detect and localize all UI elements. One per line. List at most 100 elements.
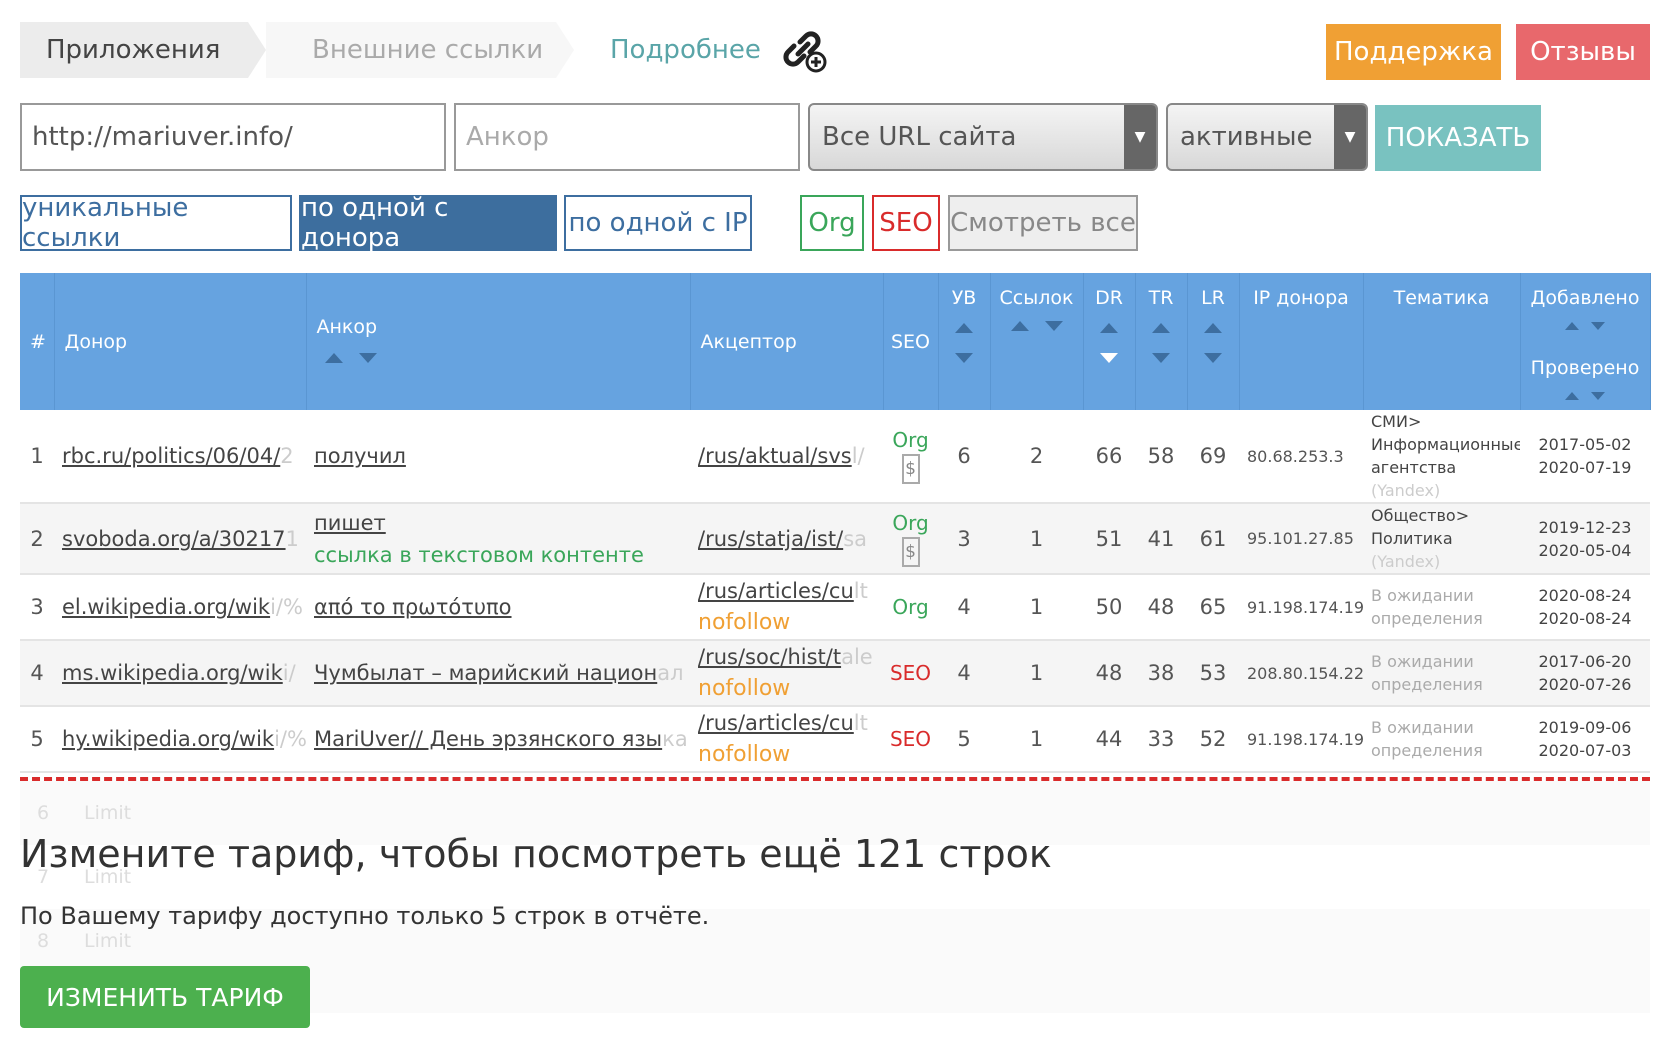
uv-value: 4 bbox=[938, 574, 990, 641]
acceptor-text: /rus/articles/cu bbox=[698, 711, 854, 735]
acceptor-fade: ale bbox=[841, 645, 873, 669]
sort-down-icon[interactable] bbox=[1204, 353, 1222, 363]
sort-up-icon[interactable] bbox=[1565, 392, 1579, 400]
col-donor-label: Донор bbox=[64, 330, 128, 353]
added-date: 2019-09-06 bbox=[1538, 718, 1632, 737]
url-scope-select[interactable]: Все URL сайта ▼ bbox=[808, 103, 1158, 171]
sort-down-icon[interactable] bbox=[1152, 353, 1170, 363]
sort-up-icon[interactable] bbox=[955, 323, 973, 333]
table-row: 2 svoboda.org/a/302171 пишет ссылка в тек… bbox=[20, 503, 1650, 575]
donor-link[interactable]: rbc.ru/politics/06/04/2 bbox=[54, 410, 306, 504]
donor-text: el.wikipedia.org/wik bbox=[62, 595, 271, 619]
acceptor-fade: sa bbox=[843, 526, 867, 551]
theme-line: В ожидании bbox=[1371, 586, 1474, 605]
link-add-icon[interactable] bbox=[780, 26, 828, 74]
links-value: 1 bbox=[990, 574, 1083, 641]
acceptor-fade: lt bbox=[853, 579, 868, 603]
change-tariff-button[interactable]: ИЗМЕНИТЬ ТАРИФ bbox=[20, 966, 310, 1028]
breadcrumb-external-label: Внешние ссылки bbox=[312, 35, 544, 65]
col-seo-label: SEO bbox=[890, 330, 931, 353]
uv-value: 4 bbox=[938, 640, 990, 707]
sort-up-icon[interactable] bbox=[1565, 322, 1579, 330]
filter-seo[interactable]: SEO bbox=[872, 195, 940, 251]
donor-link[interactable]: ms.wikipedia.org/wiki/ bbox=[54, 640, 306, 707]
sort-down-icon[interactable] bbox=[1044, 321, 1063, 331]
theme-line: В ожидании bbox=[1371, 652, 1474, 671]
theme-line: Общество> bbox=[1371, 506, 1470, 525]
anchor-input[interactable] bbox=[454, 103, 800, 171]
upsell-text: По Вашему тарифу доступно только 5 строк… bbox=[20, 902, 710, 930]
toggle-unique-links[interactable]: уникальные ссылки bbox=[20, 193, 292, 253]
checked-date: 2020-07-19 bbox=[1538, 458, 1632, 477]
row-number: 1 bbox=[20, 410, 54, 504]
uv-value: 6 bbox=[938, 410, 990, 504]
sort-down-icon[interactable] bbox=[1591, 322, 1605, 330]
tr-value: 33 bbox=[1135, 706, 1187, 773]
anchor-cell[interactable]: получил bbox=[306, 410, 690, 504]
sort-up-icon[interactable] bbox=[1152, 323, 1170, 333]
upsell-title: Измените тариф, чтобы посмотреть ещё 121… bbox=[20, 832, 1052, 876]
uv-value: 3 bbox=[938, 503, 990, 575]
donor-fade: i/% bbox=[274, 727, 306, 751]
dates-cell: 2017-05-02 2020-07-19 bbox=[1520, 410, 1650, 504]
checked-date: 2020-05-04 bbox=[1538, 540, 1632, 560]
breadcrumb-apps[interactable]: Приложения bbox=[20, 22, 266, 78]
anchor-cell[interactable]: MariUver// День эрзянского языка bbox=[306, 706, 690, 773]
show-button[interactable]: ПОКАЗАТЬ bbox=[1375, 105, 1541, 171]
sort-up-icon[interactable] bbox=[324, 352, 343, 363]
status-select[interactable]: активные ▼ bbox=[1166, 103, 1368, 171]
acceptor-link[interactable]: /rus/aktual/svsl/ bbox=[690, 410, 883, 504]
col-lr: LR bbox=[1187, 273, 1240, 410]
theme-cell: В ожидании определения bbox=[1363, 640, 1520, 707]
anchor-cell[interactable]: Чумбылат – марийский национал bbox=[306, 640, 690, 707]
filter-org[interactable]: Org bbox=[800, 195, 864, 251]
theme-line: Политика bbox=[1371, 529, 1453, 548]
toggle-per-donor[interactable]: по одной с донора bbox=[299, 193, 557, 253]
row-number: 5 bbox=[20, 706, 54, 773]
donor-fade: i/% bbox=[270, 595, 303, 619]
reviews-button[interactable]: Отзывы bbox=[1516, 24, 1650, 80]
row-number: 2 bbox=[20, 503, 54, 575]
breadcrumb-external-links[interactable]: Внешние ссылки bbox=[266, 22, 574, 78]
donor-ip: 95.101.27.85 bbox=[1239, 503, 1363, 575]
donor-text: svoboda.org/a/30217 bbox=[62, 526, 286, 551]
col-added-label: Добавлено bbox=[1530, 287, 1640, 309]
lr-value: 53 bbox=[1187, 640, 1239, 707]
acceptor-link[interactable]: /rus/articles/cult nofollow bbox=[690, 706, 883, 773]
acceptor-link[interactable]: /rus/statja/ist/sa bbox=[690, 503, 883, 575]
sort-up-icon[interactable] bbox=[1204, 323, 1222, 333]
breadcrumb: Приложения Внешние ссылки Подробнее bbox=[20, 22, 761, 78]
nofollow-label: nofollow bbox=[698, 610, 791, 635]
acceptor-text: /rus/articles/cu bbox=[698, 579, 854, 603]
url-input[interactable] bbox=[20, 103, 446, 171]
sort-up-icon[interactable] bbox=[1010, 321, 1029, 331]
dates-cell: 2019-12-23 2020-05-04 bbox=[1520, 503, 1650, 575]
locked-row-label: Limit bbox=[84, 802, 132, 824]
limit-divider bbox=[20, 777, 1650, 781]
donor-link[interactable]: svoboda.org/a/302171 bbox=[54, 503, 306, 575]
donor-link[interactable]: el.wikipedia.org/wiki/% bbox=[54, 574, 306, 641]
more-link[interactable]: Подробнее bbox=[556, 22, 761, 78]
sort-down-icon[interactable] bbox=[358, 352, 377, 363]
tr-value: 58 bbox=[1135, 410, 1187, 504]
dollar-icon: $ bbox=[901, 536, 920, 567]
checked-date: 2020-07-26 bbox=[1538, 675, 1632, 694]
acceptor-fade: l/ bbox=[851, 444, 865, 468]
sort-down-active-icon[interactable] bbox=[1100, 353, 1118, 363]
sort-up-icon[interactable] bbox=[1100, 323, 1118, 333]
dates-cell: 2017-06-20 2020-07-26 bbox=[1520, 640, 1650, 707]
sort-down-icon[interactable] bbox=[1591, 392, 1605, 400]
donor-link[interactable]: hy.wikipedia.org/wiki/% bbox=[54, 706, 306, 773]
col-links-label: Ссылок bbox=[999, 287, 1074, 309]
col-num: # bbox=[20, 273, 55, 410]
sort-down-icon[interactable] bbox=[955, 353, 973, 363]
anchor-cell[interactable]: пишет ссылка в текстовом контенте bbox=[306, 503, 690, 575]
acceptor-link[interactable]: /rus/soc/hist/tale nofollow bbox=[690, 640, 883, 707]
col-theme-label: Тематика bbox=[1393, 287, 1490, 309]
support-button[interactable]: Поддержка bbox=[1326, 24, 1501, 80]
table-row: 4 ms.wikipedia.org/wiki/ Чумбылат – мари… bbox=[20, 640, 1650, 707]
filter-view-all[interactable]: Смотреть все bbox=[948, 195, 1138, 251]
anchor-cell[interactable]: από το πρωτότυπο bbox=[306, 574, 690, 641]
acceptor-link[interactable]: /rus/articles/cult nofollow bbox=[690, 574, 883, 641]
toggle-per-ip[interactable]: по одной с IP bbox=[564, 195, 752, 251]
